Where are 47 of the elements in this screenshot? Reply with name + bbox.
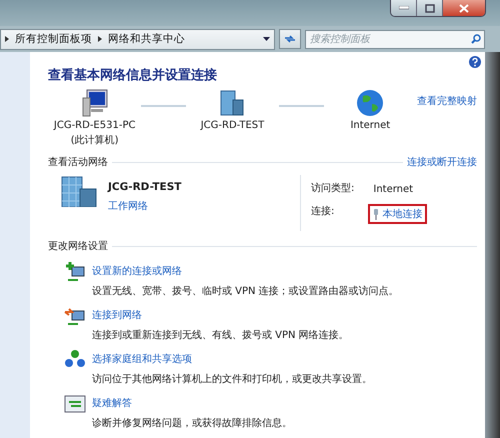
section-heading: 查看活动网络 (48, 156, 108, 169)
server-icon (218, 88, 246, 118)
node-name: JCG-RD-TEST (200, 120, 264, 131)
building-icon (60, 175, 98, 207)
task-description: 连接到或重新连接到无线、有线、拨号或 VPN 网络连接。 (92, 328, 349, 342)
node-name: JCG-RD-E531-PC (54, 120, 136, 131)
breadcrumb-item[interactable]: 所有控制面板项 (15, 32, 92, 46)
close-button[interactable] (443, 0, 485, 16)
task-link[interactable]: 连接到网络 (92, 308, 349, 322)
globe-icon (355, 88, 386, 118)
property-value: Internet (372, 183, 414, 197)
close-icon (459, 4, 469, 12)
breadcrumb-item[interactable]: 网络和共享中心 (108, 32, 185, 46)
refresh-icon (284, 34, 296, 44)
full-map-link[interactable]: 查看完整映射 (417, 94, 477, 108)
network-plus-icon (64, 261, 86, 283)
cable-icon (373, 208, 380, 220)
node-name: Internet (350, 120, 390, 131)
connection-link[interactable]: 本地连接 (368, 204, 428, 224)
dropdown-icon[interactable] (263, 37, 270, 41)
node-note: (此计算机) (70, 134, 119, 147)
task-link[interactable]: 设置新的连接或网络 (92, 264, 399, 278)
task-description: 访问位于其他网络计算机上的文件和打印机，或更改共享设置。 (92, 372, 372, 386)
network-name: JCG-RD-TEST (108, 181, 182, 193)
minimize-icon (398, 6, 408, 10)
property-label: 访问类型: (311, 182, 354, 196)
refresh-button[interactable] (279, 29, 301, 49)
property-label: 连接: (311, 204, 336, 219)
address-bar[interactable]: 所有控制面板项 网络和共享中心 (0, 28, 275, 50)
task-description: 诊断并修复网络问题，或获得故障排除信息。 (92, 416, 292, 430)
task-description: 设置无线、宽带、拨号、临时或 VPN 连接；或设置路由器或访问点。 (92, 284, 399, 298)
help-icon[interactable] (469, 56, 481, 68)
page-title: 查看基本网络信息并设置连接 (48, 66, 218, 84)
network-type-link[interactable]: 工作网络 (108, 199, 182, 213)
troubleshoot-icon (64, 393, 86, 415)
maximize-button[interactable] (417, 0, 443, 16)
computer-icon (80, 88, 109, 118)
search-icon (471, 34, 481, 44)
section-heading: 更改网络设置 (48, 240, 108, 253)
search-field[interactable]: 搜索控制面板 (305, 30, 485, 48)
chevron-icon (98, 36, 102, 42)
minimize-button[interactable] (391, 0, 417, 16)
connect-disconnect-link[interactable]: 连接或断开连接 (407, 155, 477, 169)
task-link[interactable]: 疑难解答 (92, 396, 292, 410)
chevron-icon (5, 36, 9, 42)
task-link[interactable]: 选择家庭组和共享选项 (92, 352, 372, 366)
maximize-icon (424, 4, 434, 12)
